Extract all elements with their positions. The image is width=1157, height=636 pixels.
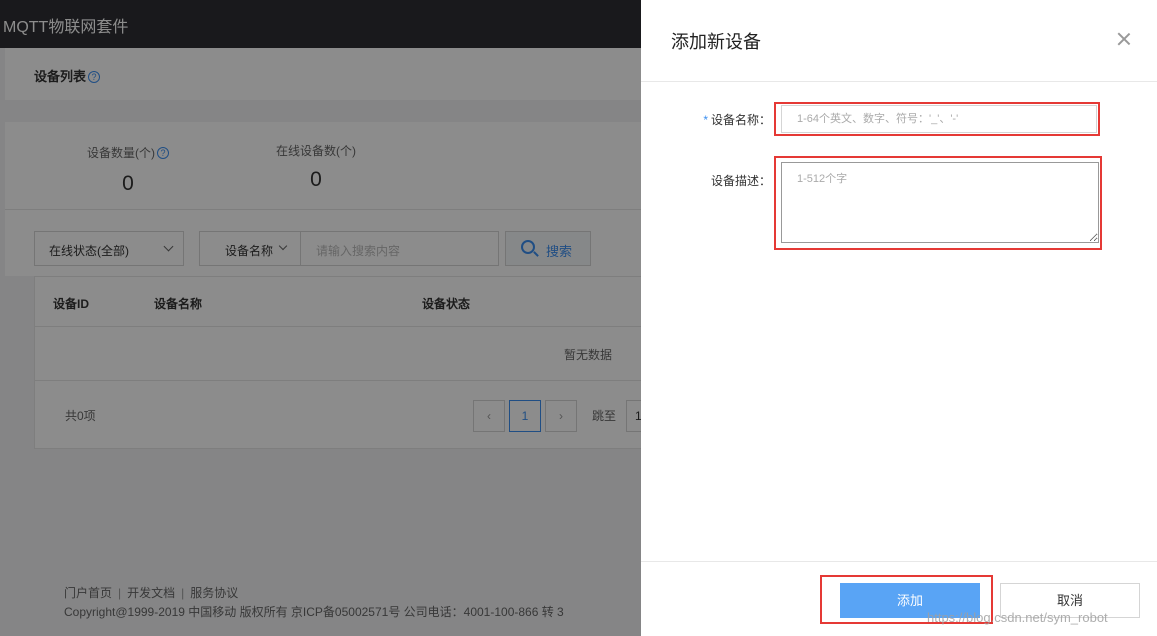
close-icon[interactable] — [1116, 31, 1132, 47]
add-device-drawer: 添加新设备 *设备名称： 设备描述： 添加 取消 https://blog.cs… — [641, 0, 1157, 636]
highlight-box-desc — [774, 156, 1102, 250]
watermark: https://blog.csdn.net/sym_robot — [927, 610, 1108, 625]
device-desc-label: 设备描述： — [710, 174, 771, 188]
required-mark: * — [703, 113, 708, 127]
drawer-header: 添加新设备 — [641, 0, 1157, 82]
drawer-title: 添加新设备 — [671, 32, 761, 52]
device-name-label: * 设备名称： — [703, 113, 771, 127]
highlight-box-name — [774, 102, 1100, 136]
